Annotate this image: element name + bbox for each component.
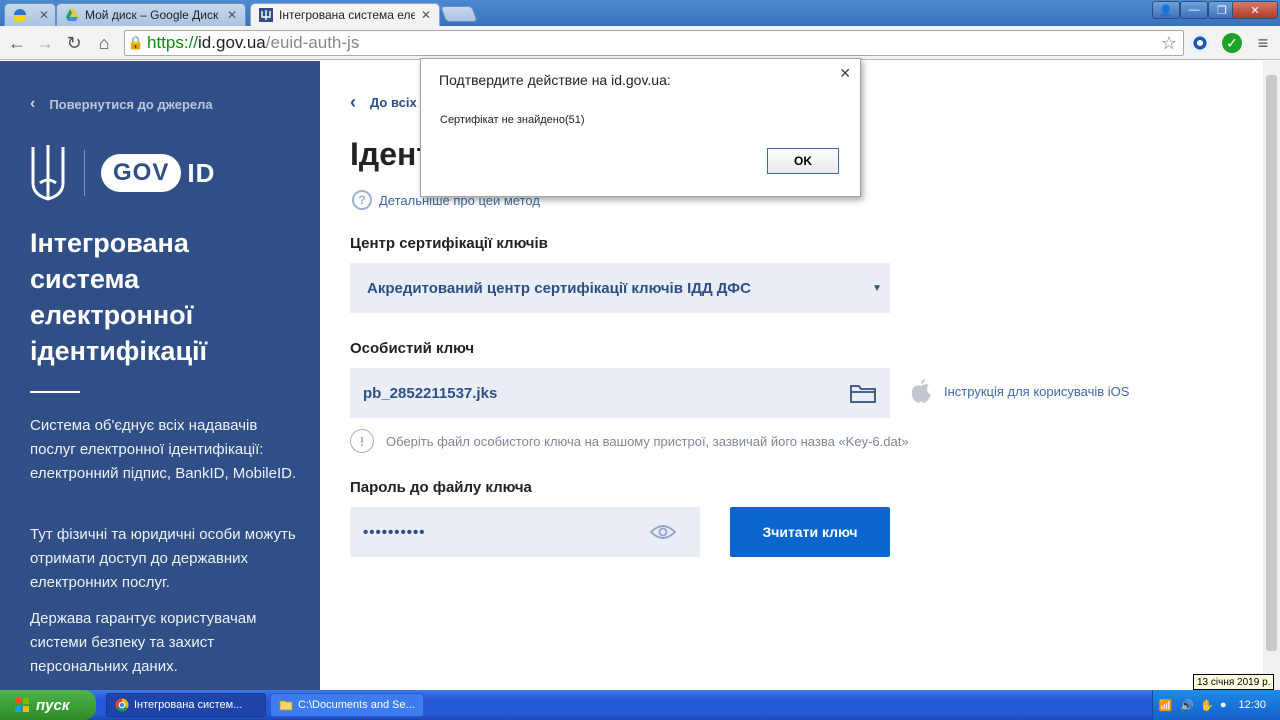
close-icon[interactable]: ✕ [221,8,237,22]
folder-icon [279,700,293,711]
lock-icon: 🔒 [127,35,145,50]
url-host: id.gov.ua [198,33,266,52]
close-icon[interactable]: ✕ [415,8,431,22]
dialog-title: Подтвердите действие на id.gov.ua: [439,72,671,88]
minimize-button[interactable]: — [1180,1,1208,19]
ios-instructions-link[interactable]: Інструкція для корисувачів iOS [910,378,1129,404]
trident-icon [31,145,65,201]
update-icon[interactable]: ● [1220,699,1227,711]
clock: 12:30 [1238,699,1266,711]
sidebar: ‹ Повернутися до джерела GOV ID Інтегров… [0,61,320,690]
windows-logo-icon [15,698,29,712]
scrollbar-thumb[interactable] [1266,75,1277,651]
chevron-left-icon: ‹ [30,95,36,112]
globe-extension-icon[interactable] [1190,33,1210,53]
key-hint: ! Оберіть файл особистого ключа на вашом… [350,429,909,453]
address-bar[interactable]: 🔒 https:// id.gov.ua /euid-auth-js ☆ [124,30,1184,56]
taskbar: пуск Інтегрована систем... C:\Documents … [0,690,1280,720]
back-to-all-link[interactable]: ‹ До всіх [350,92,417,113]
dialog-message: Сертифікат не знайдено(51) [440,114,585,126]
security-icon[interactable]: ✋ [1200,699,1214,712]
tab-google-drive[interactable]: Мой диск – Google Диск ✕ [56,3,246,26]
window-close-button[interactable]: ✕ [1232,1,1278,19]
browser-titlebar: ✕ Мой диск – Google Диск ✕ Інтегрована с… [0,0,1280,26]
chevron-left-icon: ‹ [350,92,356,112]
menu-icon[interactable]: ≡ [1252,32,1274,54]
taskbar-item-label: Інтегрована систем... [134,699,243,711]
ios-link-label: Інструкція для корисувачів iOS [944,383,1130,399]
key-hint-text: Оберіть файл особистого ключа на вашому … [386,433,909,449]
logo-separator [84,150,85,196]
back-to-source-link[interactable]: ‹ Повернутися до джерела [30,95,213,113]
sidebar-paragraph: Тут фізичні та юридичні особи можуть отр… [30,526,296,591]
taskbar-item-explorer[interactable]: C:\Documents and Se... [270,693,424,717]
sidebar-paragraph: Держава гарантує користувачам системи бе… [30,610,257,675]
logo-id: ID [187,157,216,188]
read-key-button[interactable]: Зчитати ключ [730,507,890,557]
divider [30,391,80,393]
taskbar-item-label: C:\Documents and Se... [298,699,415,711]
password-label: Пароль до файлу ключа [350,479,532,496]
google-drive-icon [66,9,78,21]
tab-id-gov[interactable]: Інтегрована система елект ✕ [250,3,440,26]
ok-button[interactable]: OK [767,148,839,174]
logo-gov: GOV [101,154,182,192]
folder-icon[interactable] [850,383,876,403]
system-tray: 📶 🔊 ✋ ● 12:30 [1152,690,1280,720]
tab-title: Мой диск – Google Диск [85,8,219,22]
page-scrollbar[interactable] [1263,61,1280,690]
wifi-icon[interactable]: 📶 [1159,699,1173,712]
sidebar-paragraph: Система об'єднує всіх надавачів послуг е… [30,417,297,482]
tab-ukraine[interactable]: ✕ [4,3,56,26]
browser-toolbar: ← → ↻ ⌂ 🔒 https:// id.gov.ua /euid-auth-… [0,26,1280,60]
ukraine-flag-icon [14,9,26,21]
password-input[interactable]: •••••••••• [350,507,700,557]
back-label: Повернутися до джерела [49,96,213,112]
ca-label: Центр сертифікації ключів [350,235,548,252]
ca-select[interactable]: Акредитований центр сертифікації ключів … [350,263,890,313]
key-label: Особистий ключ [350,340,475,357]
trident-icon [259,8,273,22]
reload-icon[interactable]: ↻ [63,32,85,54]
forward-arrow-icon[interactable]: → [34,32,56,54]
check-extension-icon[interactable]: ✓ [1222,33,1242,53]
chrome-icon [115,698,129,712]
sidebar-title: Інтегрована система електронної ідентифі… [30,228,208,366]
url-path: /euid-auth-js [265,33,360,52]
user-icon[interactable]: 👤 [1152,1,1180,19]
password-value: •••••••••• [363,523,426,541]
eye-icon[interactable] [650,524,676,540]
key-file-name: pb_2852211537.jks [363,384,498,402]
taskbar-item-chrome[interactable]: Інтегрована систем... [106,693,266,717]
back-label: До всіх [370,95,417,110]
confirm-dialog: Подтвердите действие на id.gov.ua: ✕ Сер… [420,58,861,197]
close-icon[interactable]: ✕ [33,8,49,22]
start-button[interactable]: пуск [0,690,96,720]
volume-icon[interactable]: 🔊 [1180,699,1194,712]
date-tooltip: 13 січня 2019 р. [1193,674,1275,690]
gov-id-logo: GOV ID [30,143,215,203]
new-tab-button[interactable] [440,6,478,22]
ca-select-value: Акредитований центр сертифікації ключів … [367,279,751,297]
back-arrow-icon[interactable]: ← [6,32,28,54]
bookmark-star-icon[interactable]: ☆ [1161,33,1177,54]
question-icon: ? [352,190,372,210]
caret-down-icon: ▼ [872,282,882,294]
close-icon[interactable]: ✕ [839,65,851,82]
url-scheme: https:// [147,33,199,52]
info-exclamation-icon: ! [350,429,374,453]
home-icon[interactable]: ⌂ [93,32,115,54]
start-label: пуск [36,696,70,714]
key-file-input[interactable]: pb_2852211537.jks [350,368,890,418]
tab-title: Інтегрована система елект [279,8,415,22]
apple-icon [911,379,931,403]
